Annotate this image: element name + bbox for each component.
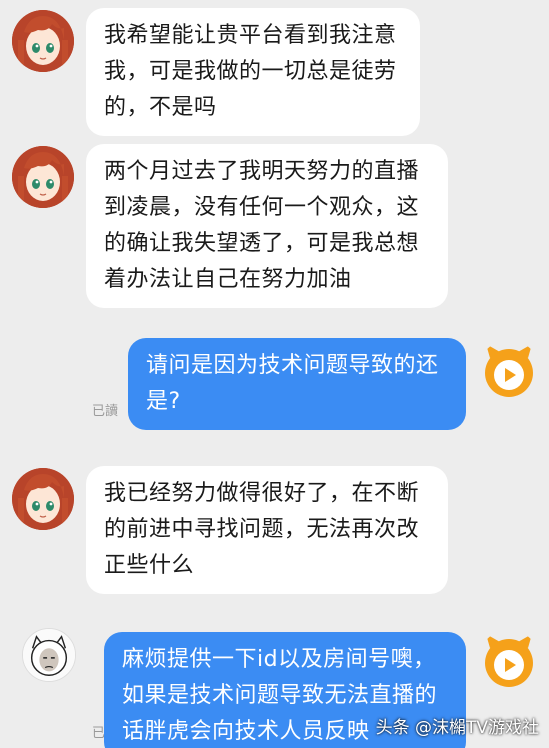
message-bubble-incoming[interactable]: 两个月过去了我明天努力的直播 到凌晨，没有任何一个观众，这 的确让我失望透了，可… <box>86 144 448 308</box>
orange-mascot-avatar[interactable] <box>478 340 540 402</box>
watermark-text: 头条 @沫㯞TV游戏社 <box>375 718 539 738</box>
anime-girl-avatar[interactable] <box>12 468 74 530</box>
message-bubble-outgoing[interactable]: 请问是因为技术问题导致的还 是? <box>128 338 466 430</box>
anime-girl-avatar[interactable] <box>12 10 74 72</box>
message-bubble-incoming[interactable]: 我希望能让贵平台看到我注意 我，可是我做的一切总是徒劳 的，不是吗 <box>86 8 420 136</box>
anime-girl-avatar[interactable] <box>12 146 74 208</box>
meme-face-avatar[interactable] <box>22 628 76 682</box>
message-bubble-incoming[interactable]: 我已经努力做得很好了，在不断 的前进中寻找问题，无法再次改 正些什么 <box>86 466 448 594</box>
orange-mascot-avatar[interactable] <box>478 630 540 692</box>
source-watermark: 头条 @沫㯞TV游戏社 <box>376 713 539 738</box>
chat-conversation: 我希望能让贵平台看到我注意 我，可是我做的一切总是徒劳 的，不是吗 两个月过去了… <box>0 0 549 748</box>
read-receipt: 已讀 <box>92 404 119 419</box>
